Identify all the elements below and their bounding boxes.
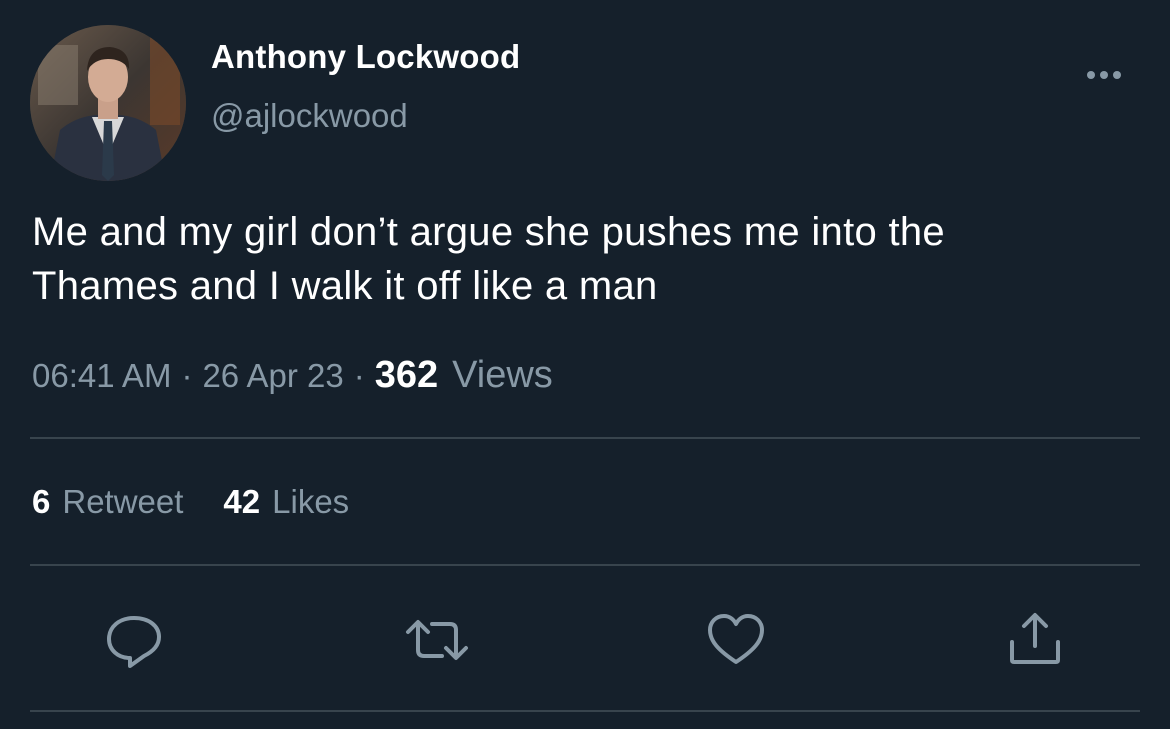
user-handle[interactable]: @ajlockwood: [211, 97, 408, 135]
heart-icon: [708, 614, 764, 664]
display-name[interactable]: Anthony Lockwood: [211, 38, 520, 76]
share-icon: [1010, 613, 1060, 664]
views-count: 362: [374, 354, 439, 396]
meta-separator: ·: [181, 357, 193, 394]
more-horizontal-icon[interactable]: [1087, 68, 1127, 82]
share-button[interactable]: [1006, 610, 1066, 670]
retweet-icon: [406, 620, 468, 660]
tweet-date[interactable]: 26 Apr 23: [202, 357, 343, 395]
dot: [1113, 71, 1121, 79]
like-button[interactable]: [706, 610, 766, 670]
divider: [30, 564, 1140, 566]
tweet-meta: 06:41 AM · 26 Apr 23 · 362 Views: [32, 354, 553, 397]
engagement-stats: 6 Retweet 42 Likes: [32, 483, 389, 521]
reply-icon: [107, 616, 161, 668]
tweet-detail: Anthony Lockwood @ajlockwood Me and my g…: [0, 0, 1170, 729]
views-label: Views: [452, 354, 553, 396]
tweet-text-line: Me and my girl don’t argue she pushes me…: [32, 210, 945, 254]
avatar[interactable]: [30, 25, 186, 181]
retweets-count[interactable]: 6: [32, 483, 50, 521]
divider: [30, 437, 1140, 439]
divider: [30, 710, 1140, 712]
retweets-label[interactable]: Retweet: [62, 483, 183, 521]
meta-separator: ·: [353, 357, 365, 394]
tweet-text: Me and my girl don’t argue she pushes me…: [32, 205, 1142, 313]
retweet-button[interactable]: [404, 610, 468, 670]
likes-count[interactable]: 42: [223, 483, 260, 521]
tweet-text-line: Thames and I walk it off like a man: [32, 264, 658, 308]
tweet-time[interactable]: 06:41 AM: [32, 357, 171, 395]
likes-label[interactable]: Likes: [272, 483, 349, 521]
dot: [1100, 71, 1108, 79]
dot: [1087, 71, 1095, 79]
reply-button[interactable]: [104, 610, 164, 670]
